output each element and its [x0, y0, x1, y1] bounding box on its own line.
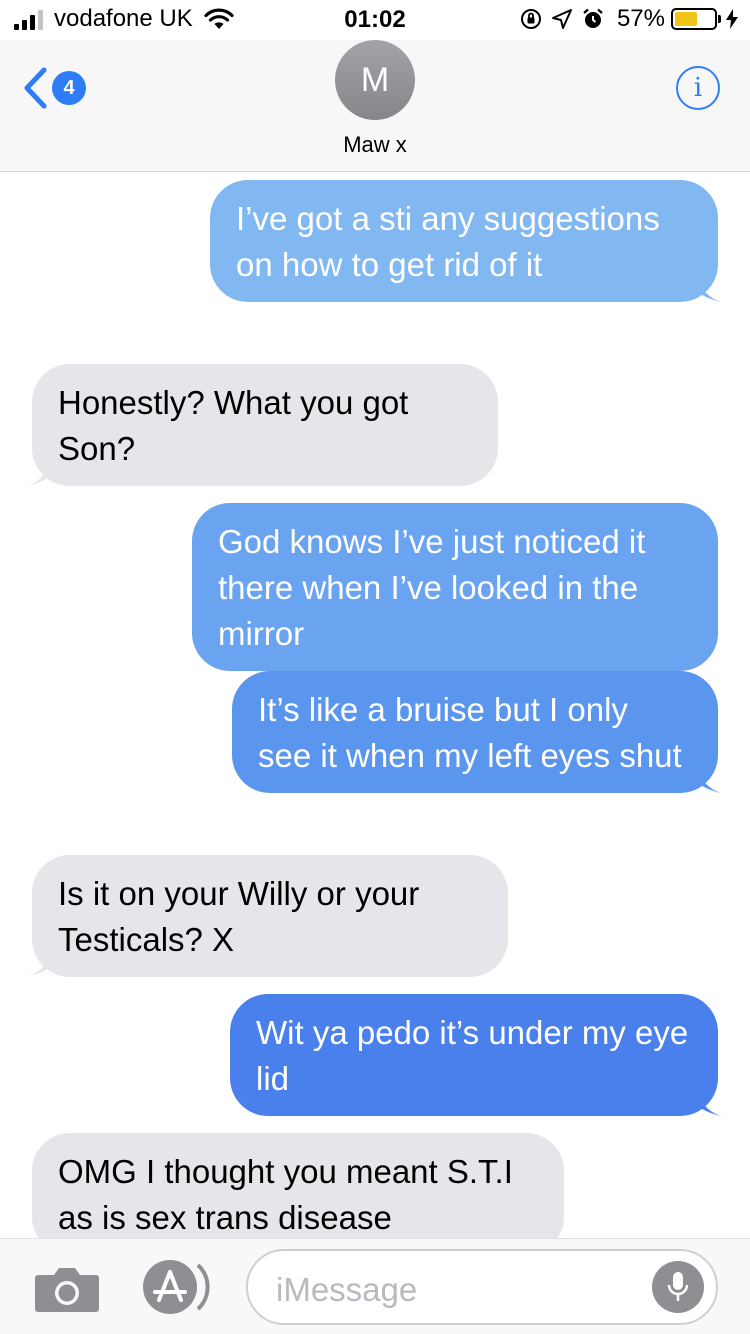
- message-bubble-outgoing[interactable]: Wit ya pedo it’s under my eye lid: [230, 994, 726, 1117]
- bubble-tail: [22, 948, 52, 978]
- status-left: vodafone UK: [14, 5, 235, 33]
- compose-bar: iMessage: [0, 1238, 750, 1334]
- imessage-placeholder: iMessage: [276, 1271, 418, 1308]
- conversation-header: M Maw x 4 i: [0, 40, 750, 172]
- contact-name[interactable]: Maw x: [0, 132, 750, 158]
- alarm-icon: [581, 7, 605, 31]
- bubble-tail: [696, 273, 726, 303]
- unread-count-badge: 4: [52, 71, 86, 105]
- camera-icon[interactable]: [34, 1263, 100, 1313]
- message-text: Is it on your Willy or your Testicals? X: [58, 875, 420, 958]
- message-thread[interactable]: I’ve got a sti any suggestions on how to…: [0, 172, 750, 1238]
- battery-icon: [671, 8, 717, 30]
- message-bubble-incoming[interactable]: OMG I thought you meant S.T.I as is sex …: [32, 1133, 564, 1238]
- message-bubble-outgoing[interactable]: God knows I’ve just noticed it there whe…: [192, 503, 718, 671]
- message-bubble-outgoing[interactable]: I’ve got a sti any suggestions on how to…: [210, 180, 726, 303]
- signal-icon: [14, 8, 46, 30]
- message-text: Honestly? What you got Son?: [58, 384, 409, 467]
- info-icon[interactable]: i: [676, 66, 720, 110]
- message-text: It’s like a bruise but I only see it whe…: [258, 691, 682, 774]
- imessage-input[interactable]: iMessage: [246, 1249, 718, 1325]
- battery-tip: [718, 15, 721, 23]
- message-bubble-outgoing[interactable]: It’s like a bruise but I only see it whe…: [232, 671, 726, 794]
- message-text: OMG I thought you meant S.T.I as is sex …: [58, 1153, 513, 1236]
- contact-avatar[interactable]: M: [335, 40, 415, 120]
- app-store-icon[interactable]: [140, 1257, 212, 1317]
- back-button[interactable]: 4: [22, 66, 86, 110]
- location-icon: [551, 8, 573, 30]
- messages-screen: vodafone UK 01:02 57% M Maw x 4 i I’ve g…: [0, 0, 750, 1334]
- charging-bolt-icon: [726, 9, 738, 29]
- bubble-tail: [696, 1087, 726, 1117]
- wifi-icon: [204, 8, 234, 29]
- message-bubble-incoming[interactable]: Honestly? What you got Son?: [22, 364, 498, 487]
- rotation-lock-icon: [519, 7, 543, 31]
- message-text: God knows I’ve just noticed it there whe…: [218, 523, 646, 652]
- microphone-icon[interactable]: [652, 1261, 704, 1313]
- back-chevron-icon: [24, 67, 47, 109]
- battery-level: [675, 12, 697, 26]
- message-text: Wit ya pedo it’s under my eye lid: [256, 1014, 689, 1097]
- battery-percent: 57%: [616, 5, 665, 32]
- message-text: I’ve got a sti any suggestions on how to…: [236, 200, 660, 283]
- bubble-tail: [22, 457, 52, 487]
- message-bubble-incoming[interactable]: Is it on your Willy or your Testicals? X: [22, 855, 508, 978]
- contact-info[interactable]: M Maw x: [0, 40, 750, 158]
- status-right: 57%: [511, 5, 738, 33]
- status-bar: vodafone UK 01:02 57%: [0, 0, 750, 40]
- carrier-name: vodafone UK: [54, 5, 193, 32]
- bubble-tail: [696, 764, 726, 794]
